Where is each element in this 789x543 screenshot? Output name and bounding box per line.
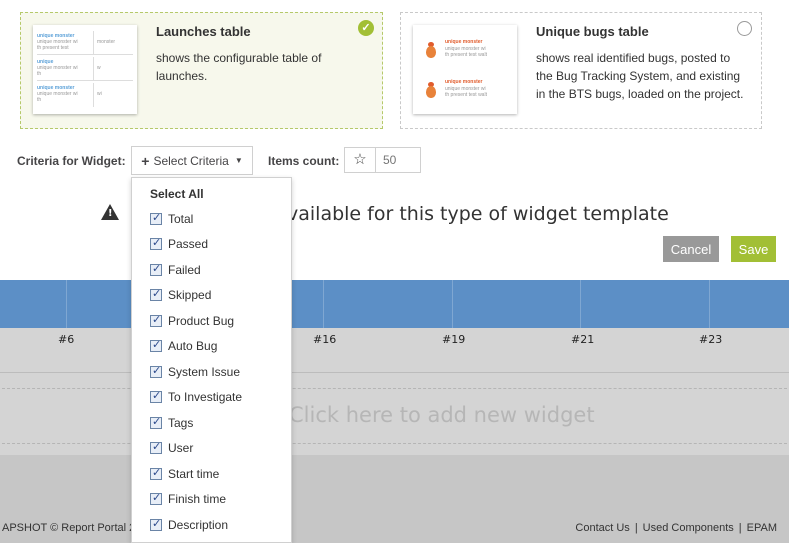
criteria-label: Criteria for Widget: (17, 154, 126, 168)
card-title: Launches table (156, 24, 251, 39)
bug-icon (423, 41, 439, 59)
launches-table-preview: unique monster unique monster wi th pres… (33, 25, 137, 114)
add-widget-text[interactable]: Click here to add new widget (289, 403, 595, 427)
criteria-option-start-time[interactable]: Start time (150, 464, 219, 484)
checkbox-icon[interactable] (150, 236, 162, 250)
card-description: shows the configurable table of launches… (156, 51, 322, 83)
x-label: #16 (313, 333, 337, 346)
bug-icon (423, 81, 439, 99)
criteria-option-to-investigate[interactable]: To Investigate (150, 387, 242, 407)
epam-link[interactable]: EPAM (747, 522, 777, 534)
caret-down-icon: ▼ (234, 156, 243, 165)
chart-x-axis: #6 #16 #19 #21 #23 (0, 328, 789, 373)
select-all-option[interactable]: Select All (150, 187, 204, 201)
criteria-option-skipped[interactable]: Skipped (150, 285, 211, 305)
x-label: #19 (442, 333, 466, 346)
checkbox-icon[interactable] (150, 211, 162, 225)
checkbox-icon[interactable] (150, 517, 162, 531)
checkbox-icon[interactable] (150, 389, 162, 403)
select-criteria-label: Select Criteria (153, 153, 229, 168)
widget-card-launches-table[interactable]: unique monster unique monster wi th pres… (20, 12, 383, 129)
used-components-link[interactable]: Used Components (643, 522, 734, 534)
checkbox-icon[interactable] (150, 364, 162, 378)
checkbox-icon[interactable] (150, 287, 162, 301)
save-button[interactable]: Save (731, 236, 776, 262)
warning-message: vailable for this type of widget templat… (287, 203, 669, 225)
criteria-option-total[interactable]: Total (150, 209, 193, 229)
checkbox-icon[interactable] (150, 262, 162, 276)
card-title: Unique bugs table (536, 24, 649, 39)
warning-icon: ! (101, 204, 119, 220)
criteria-option-passed[interactable]: Passed (150, 234, 208, 254)
checkmark-circle-icon[interactable]: ✓ (358, 20, 374, 36)
checkbox-icon[interactable] (150, 491, 162, 505)
criteria-option-finish-time[interactable]: Finish time (150, 489, 226, 509)
criteria-dropdown: Select All Total Passed Failed Skipped P… (131, 177, 292, 543)
criteria-option-system-issue[interactable]: System Issue (150, 362, 240, 382)
contact-us-link[interactable]: Contact Us (575, 522, 629, 534)
plus-icon: + (141, 152, 150, 169)
radio-circle-icon[interactable] (737, 21, 752, 36)
criteria-option-tags[interactable]: Tags (150, 413, 193, 433)
checkbox-icon[interactable] (150, 338, 162, 352)
items-count-field: ☆ (344, 147, 421, 173)
items-count-label: Items count: (268, 154, 340, 168)
unique-bugs-preview: unique monster unique monster wi th pres… (413, 25, 517, 114)
star-icon[interactable]: ☆ (345, 148, 376, 172)
checkbox-icon[interactable] (150, 415, 162, 429)
checkbox-icon[interactable] (150, 440, 162, 454)
add-widget-modal: unique monster unique monster wi th pres… (0, 0, 789, 280)
card-description: shows real identified bugs, posted to th… (536, 51, 744, 101)
footer-links: Contact Us | Used Components | EPAM (575, 522, 777, 534)
criteria-option-description[interactable]: Description (150, 515, 228, 535)
criteria-option-auto-bug[interactable]: Auto Bug (150, 336, 217, 356)
criteria-option-product-bug[interactable]: Product Bug (150, 311, 234, 331)
widget-card-unique-bugs-table[interactable]: unique monster unique monster wi th pres… (400, 12, 762, 129)
x-label: #6 (58, 333, 75, 346)
footer-copyright: APSHOT © Report Portal 2 (2, 522, 136, 534)
x-label: #23 (699, 333, 723, 346)
criteria-option-user[interactable]: User (150, 438, 193, 458)
checkbox-icon[interactable] (150, 313, 162, 327)
launch-chart-bar-area (0, 280, 789, 328)
checkbox-icon[interactable] (150, 466, 162, 480)
criteria-option-failed[interactable]: Failed (150, 260, 201, 280)
cancel-button[interactable]: Cancel (663, 236, 719, 262)
items-count-input[interactable] (377, 148, 420, 172)
select-criteria-button[interactable]: + Select Criteria ▼ (131, 146, 253, 175)
x-label: #21 (571, 333, 595, 346)
